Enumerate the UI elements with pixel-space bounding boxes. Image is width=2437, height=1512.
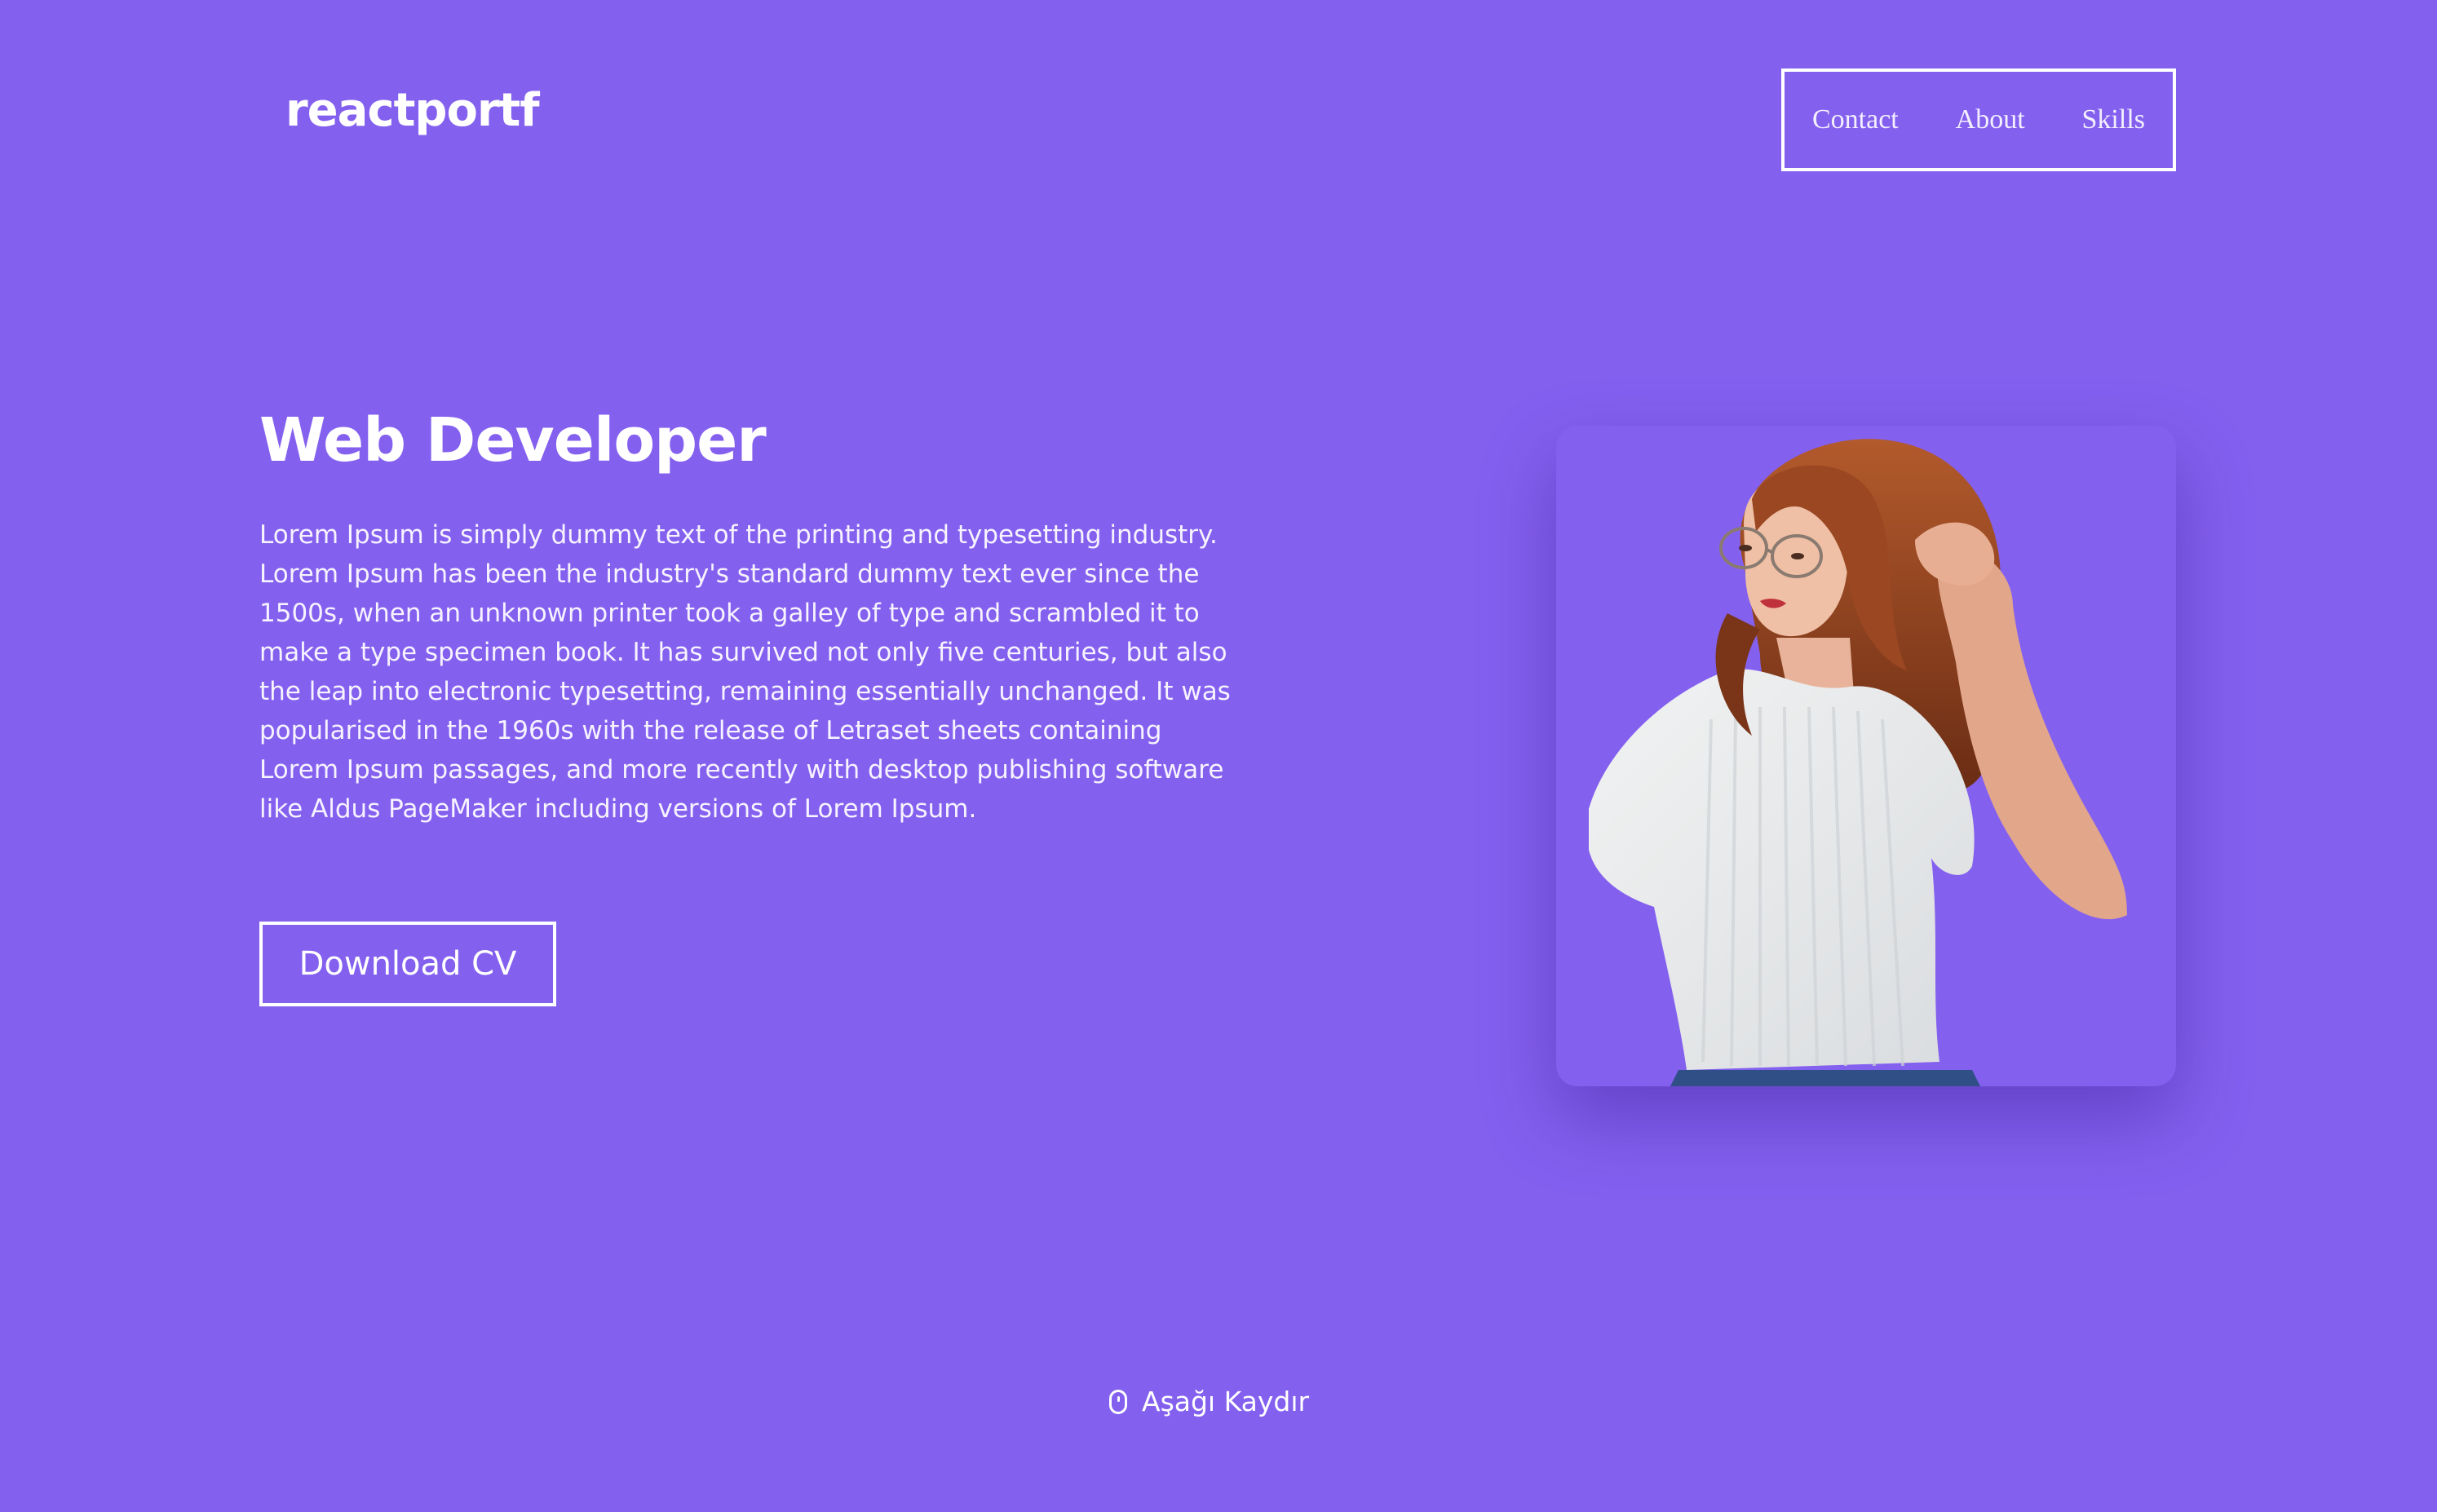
download-cv-button[interactable]: Download CV [259,922,556,1006]
page: reactportf Contact About Skills Web Deve… [0,0,2437,1512]
mouse-icon [1109,1389,1127,1414]
nav-link-skills[interactable]: Skills [2082,106,2145,134]
hero-portrait-image [1556,426,2176,1086]
hero-description: Lorem Ipsum is simply dummy text of the … [259,520,1231,824]
nav-link-about[interactable]: About [1956,106,2025,134]
site-logo[interactable]: reactportf [285,88,540,134]
main-nav: Contact About Skills [1781,69,2176,171]
scroll-down-hint[interactable]: Aşağı Kaydır [1109,1388,1309,1415]
nav-link-contact[interactable]: Contact [1812,106,1899,134]
hero-title: Web Developer [259,405,767,475]
scroll-down-label: Aşağı Kaydır [1142,1386,1310,1417]
portrait-illustration [1589,439,2127,1086]
